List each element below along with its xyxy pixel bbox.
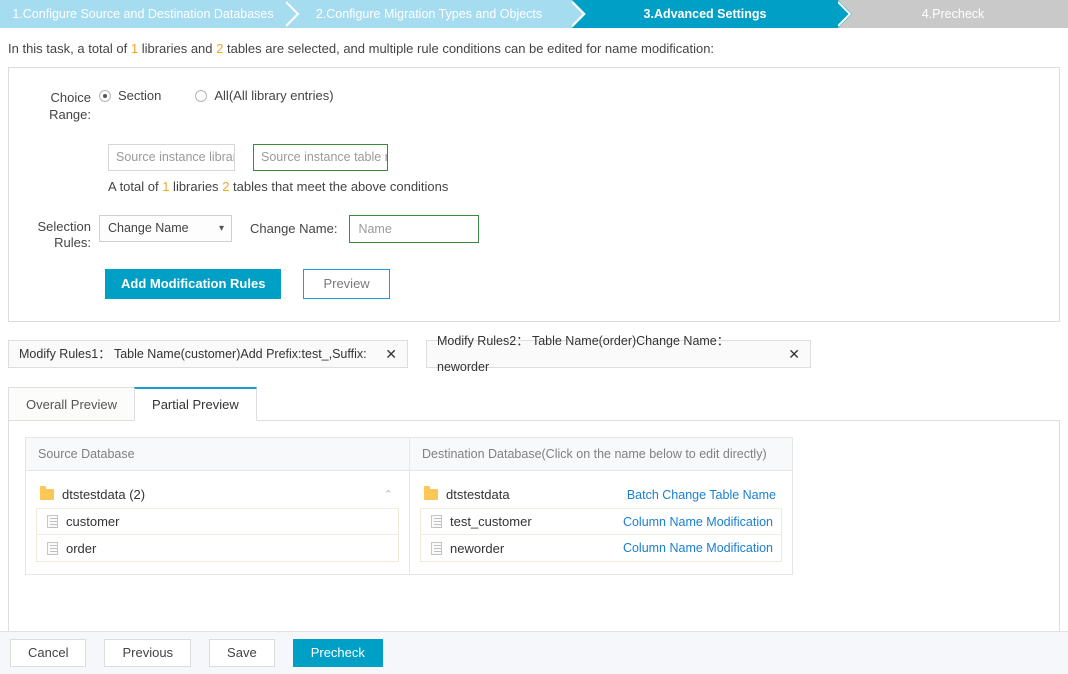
- folder-icon: [40, 489, 54, 500]
- total-prefix: A total of: [108, 179, 162, 194]
- radio-section-label[interactable]: Section: [118, 88, 161, 103]
- tab-partial-preview[interactable]: Partial Preview: [134, 387, 257, 421]
- source-table-input[interactable]: Source instance table name: [253, 144, 388, 171]
- modify-rule-text-2: Modify Rules2： Table Name(order)Change N…: [437, 328, 778, 380]
- step-arrow-icon-2: [572, 0, 586, 28]
- rule-type-select[interactable]: Change Name ▾: [99, 215, 232, 242]
- precheck-button[interactable]: Precheck: [293, 639, 383, 667]
- destination-table-name[interactable]: neworder: [450, 541, 504, 556]
- change-name-input[interactable]: Name: [349, 215, 479, 243]
- step-item-2[interactable]: 2.Configure Migration Types and Objects: [286, 0, 572, 28]
- destination-root-left: dtstestdata: [424, 487, 510, 502]
- source-root-label: dtstestdata (2): [62, 487, 145, 502]
- rule-type-value: Change Name: [108, 221, 189, 235]
- step-label-3: 3.Advanced Settings: [644, 7, 767, 21]
- source-database-header: Source Database: [26, 438, 409, 471]
- step-arrow-icon-3: [838, 0, 852, 28]
- destination-tree-body: dtstestdata Batch Change Table Name test…: [410, 471, 792, 574]
- column-name-modification-link[interactable]: Column Name Modification: [623, 515, 773, 529]
- selection-rules-row: Selection Rules: Change Name ▾ Change Na…: [9, 215, 1059, 251]
- close-icon[interactable]: ✕: [385, 341, 397, 367]
- radio-section[interactable]: [99, 90, 111, 102]
- total-suffix: tables that meet the above conditions: [229, 179, 448, 194]
- step-breadcrumb: 1.Configure Source and Destination Datab…: [0, 0, 1068, 28]
- destination-table-list: test_customer Column Name Modification n…: [420, 509, 782, 562]
- list-item[interactable]: customer: [37, 509, 398, 535]
- source-root-node[interactable]: dtstestdata (2) ⌃: [36, 481, 399, 509]
- intro-part-1: In this task, a total of: [8, 41, 131, 56]
- step-item-1[interactable]: 1.Configure Source and Destination Datab…: [0, 0, 286, 28]
- destination-root-node[interactable]: dtstestdata Batch Change Table Name: [420, 481, 782, 509]
- list-item[interactable]: order: [37, 535, 398, 561]
- preview-tabs: Overall Preview Partial Preview: [8, 387, 1060, 421]
- intro-part-3: tables are selected, and multiple rule c…: [223, 41, 714, 56]
- source-table-list: customer order: [36, 509, 399, 562]
- column-name-modification-link[interactable]: Column Name Modification: [623, 541, 773, 555]
- add-modification-rules-button[interactable]: Add Modification Rules: [105, 269, 281, 299]
- modify-rule-text-1: Modify Rules1： Table Name(customer)Add P…: [19, 341, 367, 367]
- modify-rule-tag-2[interactable]: Modify Rules2： Table Name(order)Change N…: [426, 340, 811, 368]
- previous-button[interactable]: Previous: [104, 639, 191, 667]
- step-label-4: 4.Precheck: [922, 7, 985, 21]
- total-mid: libraries: [169, 179, 222, 194]
- modify-rule-tag-1[interactable]: Modify Rules1： Table Name(customer)Add P…: [8, 340, 408, 368]
- step-label-2: 2.Configure Migration Types and Objects: [316, 7, 542, 21]
- list-item[interactable]: neworder Column Name Modification: [421, 535, 781, 561]
- cancel-button[interactable]: Cancel: [10, 639, 86, 667]
- choice-range-options: Section All(All library entries): [99, 88, 368, 103]
- batch-change-table-name-link[interactable]: Batch Change Table Name: [627, 488, 776, 502]
- change-name-label: Change Name:: [250, 215, 337, 242]
- save-button[interactable]: Save: [209, 639, 275, 667]
- destination-table-name[interactable]: test_customer: [450, 514, 532, 529]
- choice-range-row: Choice Range: Section All(All library en…: [9, 88, 1059, 123]
- source-table-name: customer: [66, 514, 119, 529]
- destination-table-left-2: neworder: [431, 541, 504, 556]
- preview-button[interactable]: Preview: [303, 269, 389, 299]
- source-table-left-2: order: [47, 541, 96, 556]
- folder-icon: [424, 489, 438, 500]
- preview-tree: Source Database dtstestdata (2) ⌃ custom…: [25, 437, 793, 575]
- step-label-1: 1.Configure Source and Destination Datab…: [12, 7, 273, 21]
- source-library-input[interactable]: Source instance library name: [108, 144, 235, 171]
- table-icon: [431, 542, 442, 555]
- list-item[interactable]: test_customer Column Name Modification: [421, 509, 781, 535]
- source-database-column: Source Database dtstestdata (2) ⌃ custom…: [26, 438, 409, 574]
- step-item-4[interactable]: 4.Precheck: [838, 0, 1068, 28]
- destination-table-left-1: test_customer: [431, 514, 532, 529]
- radio-all-libraries[interactable]: [195, 90, 207, 102]
- match-total-text: A total of 1 libraries 2 tables that mee…: [9, 179, 1059, 194]
- chevron-down-icon: ▾: [219, 216, 224, 241]
- step-item-3[interactable]: 3.Advanced Settings: [572, 0, 838, 28]
- selection-rules-label: Selection Rules:: [9, 215, 99, 251]
- destination-database-column: Destination Database(Click on the name b…: [409, 438, 792, 574]
- source-root-left: dtstestdata (2): [40, 487, 145, 502]
- intro-text: In this task, a total of 1 libraries and…: [0, 28, 1068, 67]
- source-tree-body: dtstestdata (2) ⌃ customer orde: [26, 471, 409, 574]
- radio-all-libraries-label[interactable]: All(All library entries): [214, 88, 333, 103]
- choice-range-label: Choice Range:: [9, 88, 99, 123]
- table-icon: [47, 542, 58, 555]
- intro-library-count: 1: [131, 41, 138, 56]
- source-table-left-1: customer: [47, 514, 119, 529]
- table-icon: [431, 515, 442, 528]
- rule-action-buttons: Add Modification Rules Preview: [9, 269, 1059, 299]
- intro-part-2: libraries and: [138, 41, 216, 56]
- modify-rules-list: Modify Rules1： Table Name(customer)Add P…: [8, 340, 1060, 368]
- footer-action-bar: Cancel Previous Save Precheck: [0, 631, 1068, 674]
- filter-inputs-row: Source instance library name Source inst…: [9, 144, 1059, 171]
- preview-tab-panel: Source Database dtstestdata (2) ⌃ custom…: [8, 421, 1060, 635]
- close-icon[interactable]: ✕: [788, 341, 800, 367]
- tab-overall-preview[interactable]: Overall Preview: [8, 387, 135, 421]
- table-icon: [47, 515, 58, 528]
- source-table-name: order: [66, 541, 96, 556]
- chevron-up-icon[interactable]: ⌃: [384, 488, 393, 501]
- destination-database-header: Destination Database(Click on the name b…: [410, 438, 792, 471]
- step-arrow-icon-1: [286, 0, 300, 28]
- configuration-panel: Choice Range: Section All(All library en…: [8, 67, 1060, 322]
- destination-root-label: dtstestdata: [446, 487, 510, 502]
